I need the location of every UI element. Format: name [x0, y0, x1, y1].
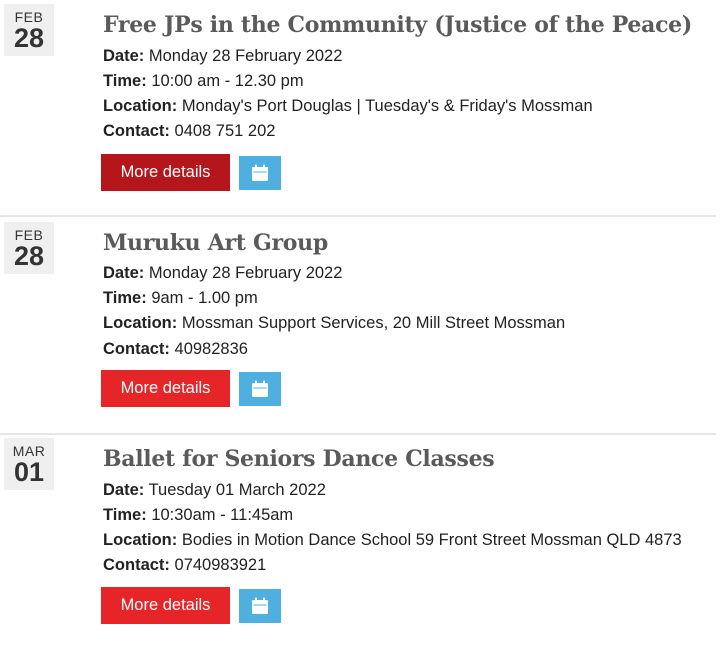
location-label: Location: [103, 314, 178, 332]
event-item: MAR 01 Ballet for Seniors Dance Classes … [0, 434, 716, 649]
event-time: Time: 9am - 1.00 pm [103, 289, 258, 308]
location-label: Location: [103, 531, 178, 549]
date-label: Date: [103, 481, 145, 499]
date-badge: FEB 28 [4, 222, 54, 274]
date-label: Date: [103, 47, 145, 65]
calendar-icon [252, 164, 268, 181]
location-value: Mossman Support Services, 20 Mill Street… [181, 314, 566, 332]
more-details-button[interactable]: More details [101, 154, 230, 191]
date-month: FEB [14, 9, 44, 25]
event-location: Location: Monday's Port Douglas | Tuesda… [103, 97, 593, 116]
add-to-calendar-button[interactable] [239, 156, 281, 190]
date-value: Monday 28 February 2022 [148, 264, 343, 282]
contact-label: Contact: [103, 340, 170, 358]
time-label: Time: [103, 72, 147, 90]
event-contact: Contact: 40982836 [103, 340, 248, 359]
date-day: 28 [13, 241, 45, 271]
more-details-button[interactable]: More details [101, 370, 230, 407]
date-day: 28 [13, 23, 45, 53]
calendar-icon [252, 597, 268, 614]
time-value: 10:30am - 11:45am [151, 506, 294, 524]
date-badge: FEB 28 [4, 4, 54, 56]
event-date: Date: Tuesday 01 March 2022 [103, 481, 326, 500]
location-value: Monday's Port Douglas | Tuesday's & Frid… [181, 97, 593, 115]
event-location: Location: Bodies in Motion Dance School … [103, 531, 682, 550]
date-month: FEB [14, 227, 44, 243]
event-date: Date: Monday 28 February 2022 [103, 264, 342, 283]
location-value: Bodies in Motion Dance School 59 Front S… [181, 531, 682, 549]
date-badge: MAR 01 [4, 438, 54, 490]
date-label: Date: [103, 264, 145, 282]
contact-value: 0740983921 [174, 556, 267, 574]
more-details-button[interactable]: More details [101, 587, 230, 624]
event-date: Date: Monday 28 February 2022 [103, 47, 342, 66]
contact-label: Contact: [103, 556, 170, 574]
time-label: Time: [103, 506, 147, 524]
date-value: Monday 28 February 2022 [148, 47, 343, 65]
event-time: Time: 10:30am - 11:45am [103, 506, 293, 525]
event-title[interactable]: Free JPs in the Community (Justice of th… [103, 12, 692, 38]
time-label: Time: [103, 289, 147, 307]
contact-value: 40982836 [174, 340, 248, 358]
add-to-calendar-button[interactable] [239, 372, 281, 406]
time-value: 10:00 am - 12.30 pm [151, 72, 304, 90]
location-label: Location: [103, 97, 178, 115]
contact-value: 0408 751 202 [174, 122, 276, 140]
event-contact: Contact: 0740983921 [103, 556, 266, 575]
event-item: FEB 28 Muruku Art Group Date: Monday 28 … [0, 216, 716, 434]
event-contact: Contact: 0408 751 202 [103, 122, 275, 141]
calendar-icon [252, 380, 268, 397]
event-title[interactable]: Muruku Art Group [103, 230, 328, 256]
add-to-calendar-button[interactable] [239, 589, 281, 623]
event-location: Location: Mossman Support Services, 20 M… [103, 314, 565, 333]
event-time: Time: 10:00 am - 12.30 pm [103, 72, 304, 91]
time-value: 9am - 1.00 pm [151, 289, 258, 307]
contact-label: Contact: [103, 122, 170, 140]
date-value: Tuesday 01 March 2022 [148, 481, 326, 499]
date-month: MAR [12, 443, 46, 459]
event-item: FEB 28 Free JPs in the Community (Justic… [0, 0, 716, 216]
date-day: 01 [13, 457, 45, 487]
event-title[interactable]: Ballet for Seniors Dance Classes [103, 446, 495, 472]
